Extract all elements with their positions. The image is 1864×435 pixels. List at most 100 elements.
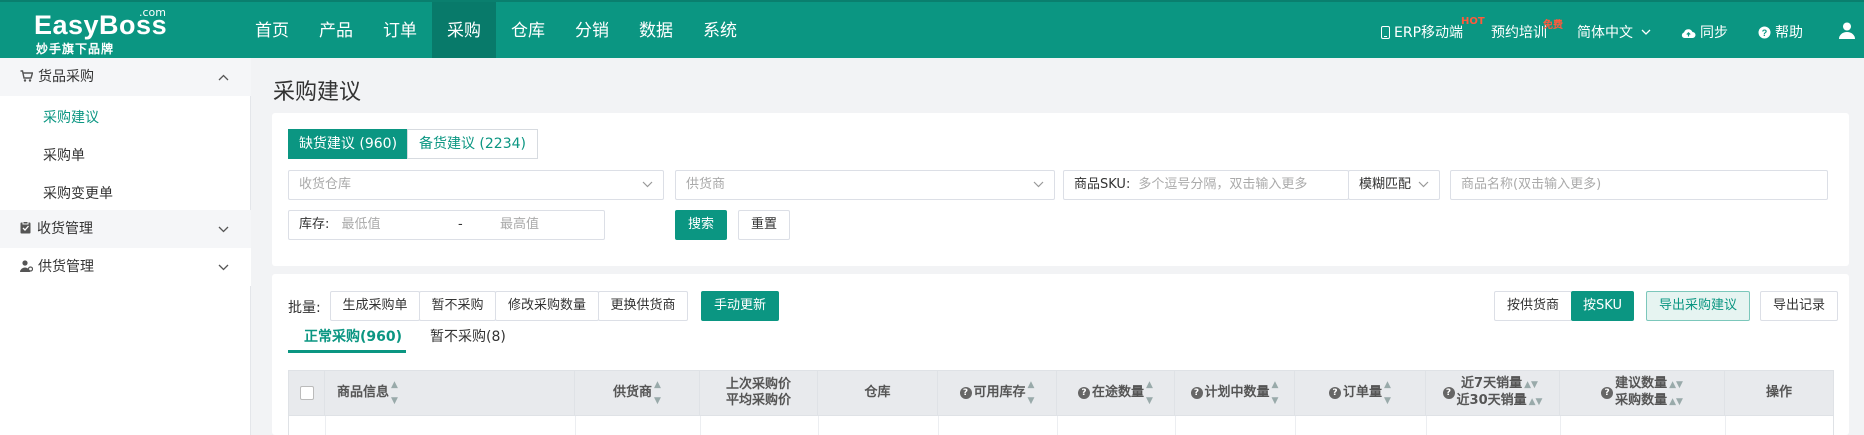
tab-shortage-suggestion[interactable]: 缺货建议 (960) <box>288 129 408 159</box>
cloud-upload-icon <box>1681 29 1696 39</box>
export-log-button[interactable]: 导出记录 <box>1760 291 1838 321</box>
group-by-sku-button[interactable]: 按SKU <box>1571 291 1634 321</box>
nav-home[interactable]: 首页 <box>240 2 304 58</box>
column-supplier[interactable]: 供货商 ▲ ▼ <box>575 371 700 415</box>
chevron-down-icon <box>1641 29 1651 35</box>
column-product-label: 商品信息 <box>337 385 390 400</box>
sidebar-group-supply[interactable]: 供货管理 <box>0 248 251 286</box>
mobile-erp-label: ERP移动端 <box>1394 25 1464 41</box>
column-in-transit-label: 在途数量 <box>1092 385 1145 400</box>
sidebar-group-label: 供货管理 <box>38 259 94 275</box>
column-in-transit[interactable]: ? 在途数量 ▲ ▼ <box>1057 371 1175 415</box>
cell-divider <box>1725 416 1726 435</box>
sort-icon: ▲▼ <box>654 380 661 406</box>
cell-divider <box>938 416 939 435</box>
help-icon[interactable]: ? <box>1601 387 1614 399</box>
warehouse-select[interactable]: 收货仓库 <box>288 170 664 200</box>
group-by-supplier-button[interactable]: 按供货商 <box>1494 291 1572 321</box>
cell-divider <box>1426 416 1427 435</box>
manual-update-button[interactable]: 手动更新 <box>701 291 779 321</box>
tab-stock-suggestion[interactable]: 备货建议 (2234) <box>407 129 538 159</box>
sidebar-item-purchase-order[interactable]: 采购单 <box>43 145 85 165</box>
mobile-erp-link[interactable]: ERP移动端 <box>1381 22 1463 42</box>
logo[interactable]: EasyBoss .com 妙手旗下品牌 <box>34 6 174 56</box>
export-suggestion-button[interactable]: 导出采购建议 <box>1646 291 1750 321</box>
chevron-down-icon <box>642 171 653 199</box>
column-price: 上次采购价 平均采购价 <box>700 371 818 415</box>
help-label: 帮助 <box>1775 25 1803 41</box>
training-link[interactable]: 预约培训 <box>1491 22 1547 42</box>
help-circle-icon: ? <box>1758 26 1771 39</box>
column-quantity[interactable]: ? 建议数量 ▲▼ 采购数量 ▲▼ <box>1560 371 1725 415</box>
sidebar-item-purchase-change[interactable]: 采购变更单 <box>43 183 113 203</box>
table-row[interactable] <box>288 416 1834 435</box>
nav-data[interactable]: 数据 <box>624 2 688 58</box>
tab-normal-purchase[interactable]: 正常采购(960) <box>304 326 402 346</box>
product-name-placeholder: 商品名称(双击输入更多) <box>1461 177 1602 192</box>
sidebar-group-receiving[interactable]: 收货管理 <box>0 210 251 248</box>
supplier-placeholder: 供货商 <box>686 177 726 192</box>
column-orders-label: 订单量 <box>1343 385 1383 400</box>
cell-divider <box>325 416 326 435</box>
column-sales[interactable]: ? 近7天销量 ▲▼ 近30天销量 ▲▼ <box>1426 371 1560 415</box>
sidebar-group-purchase[interactable]: 货品采购 <box>0 58 251 96</box>
product-name-input[interactable]: 商品名称(双击输入更多) <box>1450 170 1828 200</box>
stock-range-input[interactable]: 库存: 最低值 - 最高值 <box>288 210 605 240</box>
help-icon[interactable]: ? <box>1442 387 1455 399</box>
stock-min-placeholder: 最低值 <box>341 217 381 232</box>
help-icon[interactable]: ? <box>1329 387 1342 399</box>
create-po-button[interactable]: 生成采购单 <box>330 291 420 321</box>
clipboard-icon <box>20 221 31 234</box>
sort-icon: ▲▼ <box>1669 397 1683 407</box>
cart-icon <box>20 70 34 82</box>
cell-divider <box>1560 416 1561 435</box>
column-orders[interactable]: ? 订单量 ▲ ▼ <box>1295 371 1426 415</box>
search-button[interactable]: 搜索 <box>675 210 727 240</box>
top-navbar: EasyBoss .com 妙手旗下品牌 首页 产品 订单 采购 仓库 分销 数… <box>0 0 1864 58</box>
chevron-up-icon <box>218 58 229 96</box>
sidebar-item-purchase-suggestion[interactable]: 采购建议 <box>43 107 99 127</box>
sort-icon: ▲▼ <box>391 380 398 406</box>
sync-button[interactable]: 同步 <box>1681 22 1728 42</box>
edit-quantity-button[interactable]: 修改采购数量 <box>495 291 599 321</box>
cell-divider <box>700 416 701 435</box>
pause-purchase-button[interactable]: 暂不采购 <box>419 291 496 321</box>
nav-products[interactable]: 产品 <box>304 2 368 58</box>
user-avatar[interactable] <box>1838 21 1856 43</box>
column-last-price: 上次采购价 <box>725 377 791 392</box>
sidebar-group-label: 货品采购 <box>38 69 94 85</box>
nav-orders[interactable]: 订单 <box>368 2 432 58</box>
change-supplier-button[interactable]: 更换供货商 <box>598 291 688 321</box>
sort-icon: ▲▼ <box>1384 380 1391 406</box>
select-all-checkbox[interactable] <box>299 386 314 400</box>
nav-warehouse[interactable]: 仓库 <box>496 2 560 58</box>
help-icon[interactable]: ? <box>1190 387 1203 399</box>
hot-badge: HOT <box>1461 16 1485 27</box>
tab-paused-purchase[interactable]: 暂不采购(8) <box>430 326 506 346</box>
column-product[interactable]: 商品信息 ▲ ▼ <box>325 371 575 415</box>
reset-button[interactable]: 重置 <box>738 210 790 240</box>
cell-divider <box>1295 416 1296 435</box>
column-available[interactable]: ? 可用库存 ▲ ▼ <box>938 371 1057 415</box>
column-planned[interactable]: ? 计划中数量 ▲ ▼ <box>1175 371 1295 415</box>
match-mode-select[interactable]: 模糊匹配 <box>1348 170 1440 200</box>
nav-system[interactable]: 系统 <box>688 2 752 58</box>
help-button[interactable]: ? 帮助 <box>1758 22 1803 42</box>
filter-panel: 缺货建议 (960) 备货建议 (2234) 收货仓库 供货商 商品SKU: 多个… <box>272 113 1849 266</box>
nav-distribution[interactable]: 分销 <box>560 2 624 58</box>
nav-purchase[interactable]: 采购 <box>432 2 496 58</box>
help-icon[interactable]: ? <box>1078 387 1091 399</box>
help-icon[interactable]: ? <box>959 387 972 399</box>
cell-divider <box>1175 416 1176 435</box>
supplier-select[interactable]: 供货商 <box>675 170 1055 200</box>
select-all-column <box>289 371 325 415</box>
page-scrollbar[interactable] <box>1849 58 1864 435</box>
stock-max-placeholder: 最高值 <box>500 217 540 232</box>
column-purchase-qty: 采购数量 <box>1615 393 1668 408</box>
language-label: 简体中文 <box>1577 25 1633 41</box>
sku-label: 商品SKU: <box>1074 177 1131 192</box>
language-select[interactable]: 简体中文 <box>1577 22 1651 42</box>
sku-input[interactable]: 商品SKU: 多个逗号分隔，双击输入更多 <box>1063 170 1349 200</box>
logo-suffix: .com <box>139 6 166 19</box>
sku-placeholder: 多个逗号分隔，双击输入更多 <box>1138 177 1308 192</box>
